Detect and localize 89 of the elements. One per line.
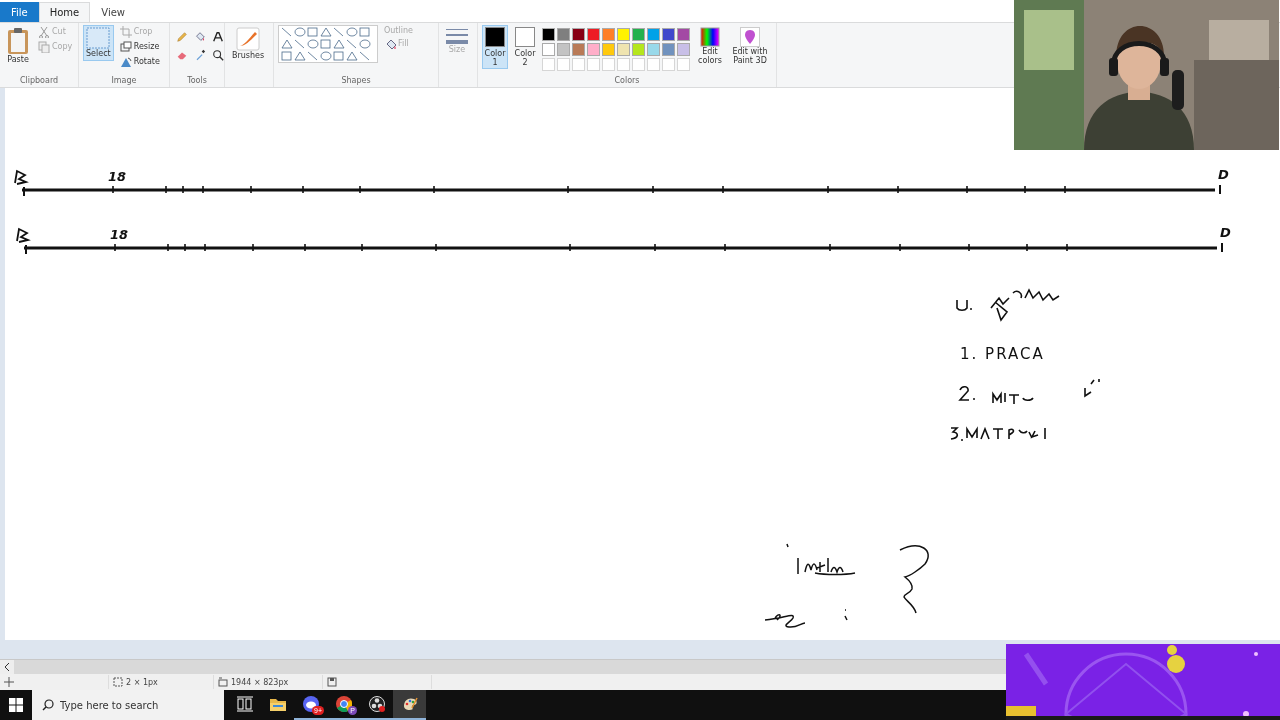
image-size-icon [218, 677, 228, 688]
timeline-label: 18 [108, 168, 127, 184]
resize-icon [119, 40, 132, 53]
edit-colors-button[interactable]: Edit colors [694, 24, 726, 67]
save-icon [327, 677, 337, 688]
color-swatch[interactable] [677, 42, 690, 56]
scissors-icon [38, 25, 50, 38]
color-swatch[interactable] [617, 27, 630, 41]
group-label: Image [110, 74, 138, 87]
paint-3d-button[interactable]: Edit with Paint 3D [730, 24, 770, 67]
color-swatch[interactable] [587, 42, 600, 56]
custom-color-slot[interactable] [572, 57, 585, 71]
recorder-icon [368, 696, 385, 712]
custom-color-slot[interactable] [677, 57, 690, 71]
task-view-icon [236, 696, 253, 712]
folder-icon [269, 696, 286, 712]
custom-color-slot[interactable] [662, 57, 675, 71]
rotate-icon [119, 55, 132, 68]
paste-button[interactable]: Paste [4, 24, 32, 67]
custom-color-slot[interactable] [557, 57, 570, 71]
custom-color-slot[interactable] [602, 57, 615, 71]
paint-bucket-icon [194, 29, 206, 44]
color-spectrum-icon [700, 26, 720, 47]
taskbar-app-button[interactable] [393, 690, 426, 720]
color-swatch[interactable] [602, 42, 615, 56]
image-size: 1944 × 823px [231, 677, 289, 687]
group-label: Shapes [340, 74, 372, 87]
color-swatch[interactable] [632, 27, 645, 41]
color-swatch[interactable] [677, 27, 690, 41]
browser-icon [335, 696, 352, 712]
clipboard-icon [7, 26, 29, 55]
scroll-left-button[interactable] [0, 660, 14, 675]
brush-icon [236, 26, 261, 51]
color-swatch[interactable] [572, 27, 585, 41]
paint-3d-icon [740, 26, 760, 47]
file-menu-button[interactable]: File [0, 1, 39, 22]
chevron-left-icon [4, 663, 10, 672]
color-swatch[interactable] [647, 42, 660, 56]
timeline-label: D [1218, 166, 1229, 182]
palette-icon [401, 696, 418, 712]
handwritten-note: 1. PRACA [960, 344, 1045, 363]
custom-color-slot[interactable] [542, 57, 555, 71]
timeline-label: D [1220, 224, 1231, 240]
color-swatch[interactable] [662, 42, 675, 56]
color-swatch[interactable] [572, 42, 585, 56]
color-swatch[interactable] [617, 42, 630, 56]
group-label: Clipboard [18, 74, 60, 87]
scribble-drawing [14, 169, 29, 185]
text-icon [212, 29, 224, 44]
custom-color-slot[interactable] [587, 57, 600, 71]
color-button[interactable]: Color 1 [482, 24, 508, 69]
selection-icon [113, 677, 123, 688]
select-button[interactable]: Select [83, 24, 114, 61]
ribbon-tab[interactable]: Home [38, 1, 91, 22]
color-button[interactable]: Color 2 [512, 24, 538, 69]
line-width-icon [446, 26, 468, 45]
custom-color-slot[interactable] [632, 57, 645, 71]
paint-bucket-icon [384, 37, 396, 50]
copy-icon [38, 40, 50, 53]
magnifier-icon [212, 47, 224, 62]
crop-icon [119, 25, 132, 38]
selection-icon [86, 26, 111, 49]
color-swatch[interactable] [542, 27, 555, 41]
ribbon-button[interactable]: Resize [117, 39, 162, 54]
ribbon-tab[interactable]: View [90, 1, 136, 22]
group-label: Tools [186, 74, 208, 87]
color-swatch[interactable] [587, 27, 600, 41]
search-icon [42, 699, 54, 712]
color-swatch[interactable] [557, 27, 570, 41]
color-swatch[interactable] [632, 42, 645, 56]
color-swatch[interactable] [557, 42, 570, 56]
search-field[interactable]: Type here to search [32, 690, 224, 720]
group-label: Colors [613, 74, 641, 87]
timeline-label: 18 [110, 226, 129, 242]
brushes-button[interactable]: Brushes [229, 24, 268, 63]
custom-color-slot[interactable] [617, 57, 630, 71]
color-swatch[interactable] [542, 42, 555, 56]
selection-size: 2 × 1px [126, 677, 158, 687]
windows-logo-icon [9, 698, 23, 712]
ribbon-button[interactable]: Rotate [117, 54, 162, 69]
color-swatch[interactable] [647, 27, 660, 41]
shape-gallery[interactable] [278, 24, 378, 63]
pencil-icon [176, 29, 188, 44]
scribble-drawing [16, 227, 31, 243]
custom-color-slot[interactable] [647, 57, 660, 71]
color-picker-icon [194, 47, 206, 62]
color-swatch[interactable] [602, 27, 615, 41]
move-icon [4, 677, 14, 688]
color-swatch[interactable] [662, 27, 675, 41]
